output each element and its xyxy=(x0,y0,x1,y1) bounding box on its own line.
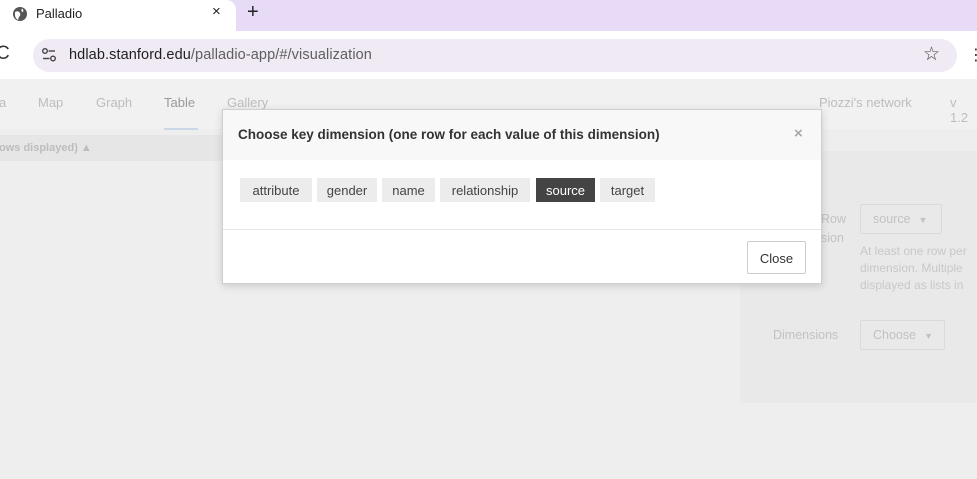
nav-item-map[interactable]: Map xyxy=(38,95,63,110)
modal-header: Choose key dimension (one row for each v… xyxy=(223,110,821,160)
bookmark-star-icon[interactable]: ☆ xyxy=(923,43,940,66)
browser-tab-palladio[interactable]: Palladio × xyxy=(0,0,236,31)
dimensions-value: Choose xyxy=(873,328,917,342)
row-dimension-label: Row xyxy=(821,212,847,226)
nav-item-table[interactable]: Table xyxy=(164,95,195,110)
dimension-option-target[interactable]: target xyxy=(600,178,655,202)
reload-icon[interactable]: C xyxy=(0,43,10,65)
modal-divider xyxy=(223,229,821,230)
table-header-bar: ows displayed) ▲ xyxy=(0,135,222,161)
url-host: hdlab.stanford.edu xyxy=(69,47,191,63)
new-tab-icon[interactable]: + xyxy=(247,1,259,24)
dimension-option-source[interactable]: source xyxy=(536,178,595,202)
modal-title: Choose key dimension (one row for each v… xyxy=(238,127,660,142)
modal-close-icon[interactable]: × xyxy=(794,125,803,142)
browser-menu-icon[interactable]: ⋮ xyxy=(968,45,977,65)
dimension-option-relationship[interactable]: relationship xyxy=(440,178,530,202)
nav-item-graph[interactable]: Graph xyxy=(96,95,132,110)
tab-title: Palladio xyxy=(36,6,83,21)
tab-close-icon[interactable]: × xyxy=(212,3,221,20)
url-path: /palladio-app/#/visualization xyxy=(190,47,372,63)
url-text[interactable]: hdlab.stanford.edu/palladio-app/#/visual… xyxy=(69,47,372,63)
dimension-option-name[interactable]: name xyxy=(382,178,435,202)
nav-item-data[interactable]: a xyxy=(0,95,6,110)
browser-tab-bar: Palladio × + xyxy=(0,0,977,31)
row-help-line-1: At least one row per xyxy=(860,244,967,258)
version-label: v 1.2 xyxy=(950,95,969,125)
row-dimension-value: source xyxy=(873,212,911,226)
chevron-down-icon: ▼ xyxy=(918,215,928,225)
rows-displayed-label[interactable]: ows displayed) ▲ xyxy=(0,142,92,154)
dimension-option-gender[interactable]: gender xyxy=(317,178,377,202)
browser-toolbar: C hdlab.stanford.edu/palladio-app/#/visu… xyxy=(0,31,977,79)
project-title[interactable]: Piozzi's network xyxy=(819,95,912,110)
chevron-down-icon: ▼ xyxy=(924,331,934,341)
address-bar[interactable]: hdlab.stanford.edu/palladio-app/#/visual… xyxy=(33,39,957,72)
close-button[interactable]: Close xyxy=(747,241,806,274)
dimensions-dropdown[interactable]: Choose ▼ xyxy=(860,320,945,350)
active-tab-underline xyxy=(164,128,198,130)
row-help-line-2: dimension. Multiple xyxy=(860,261,963,275)
globe-icon xyxy=(13,7,27,21)
nav-item-gallery[interactable]: Gallery xyxy=(227,95,268,110)
row-dimension-label-2: sion xyxy=(821,231,844,245)
row-help-line-3: displayed as lists in xyxy=(860,278,964,292)
row-dimension-dropdown[interactable]: source ▼ xyxy=(860,204,942,234)
site-settings-icon[interactable] xyxy=(41,47,57,63)
dimensions-label: Dimensions xyxy=(773,328,839,342)
dimension-option-attribute[interactable]: attribute xyxy=(240,178,312,202)
choose-key-dimension-modal: Choose key dimension (one row for each v… xyxy=(222,109,822,284)
